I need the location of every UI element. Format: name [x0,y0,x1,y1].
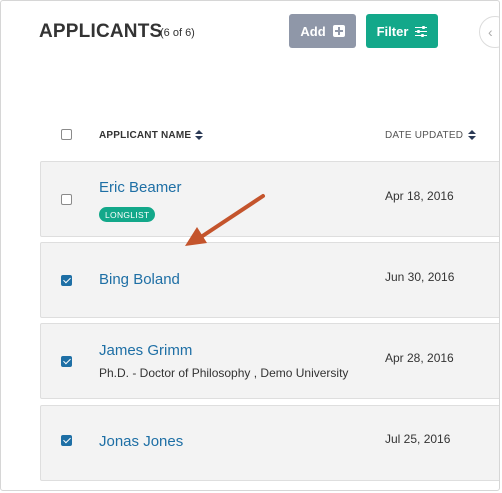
applicants-panel: APPLICANTS (6 of 6) Add Filter ‹ APPLICA… [0,0,500,491]
annotation-arrow-icon [185,194,265,246]
